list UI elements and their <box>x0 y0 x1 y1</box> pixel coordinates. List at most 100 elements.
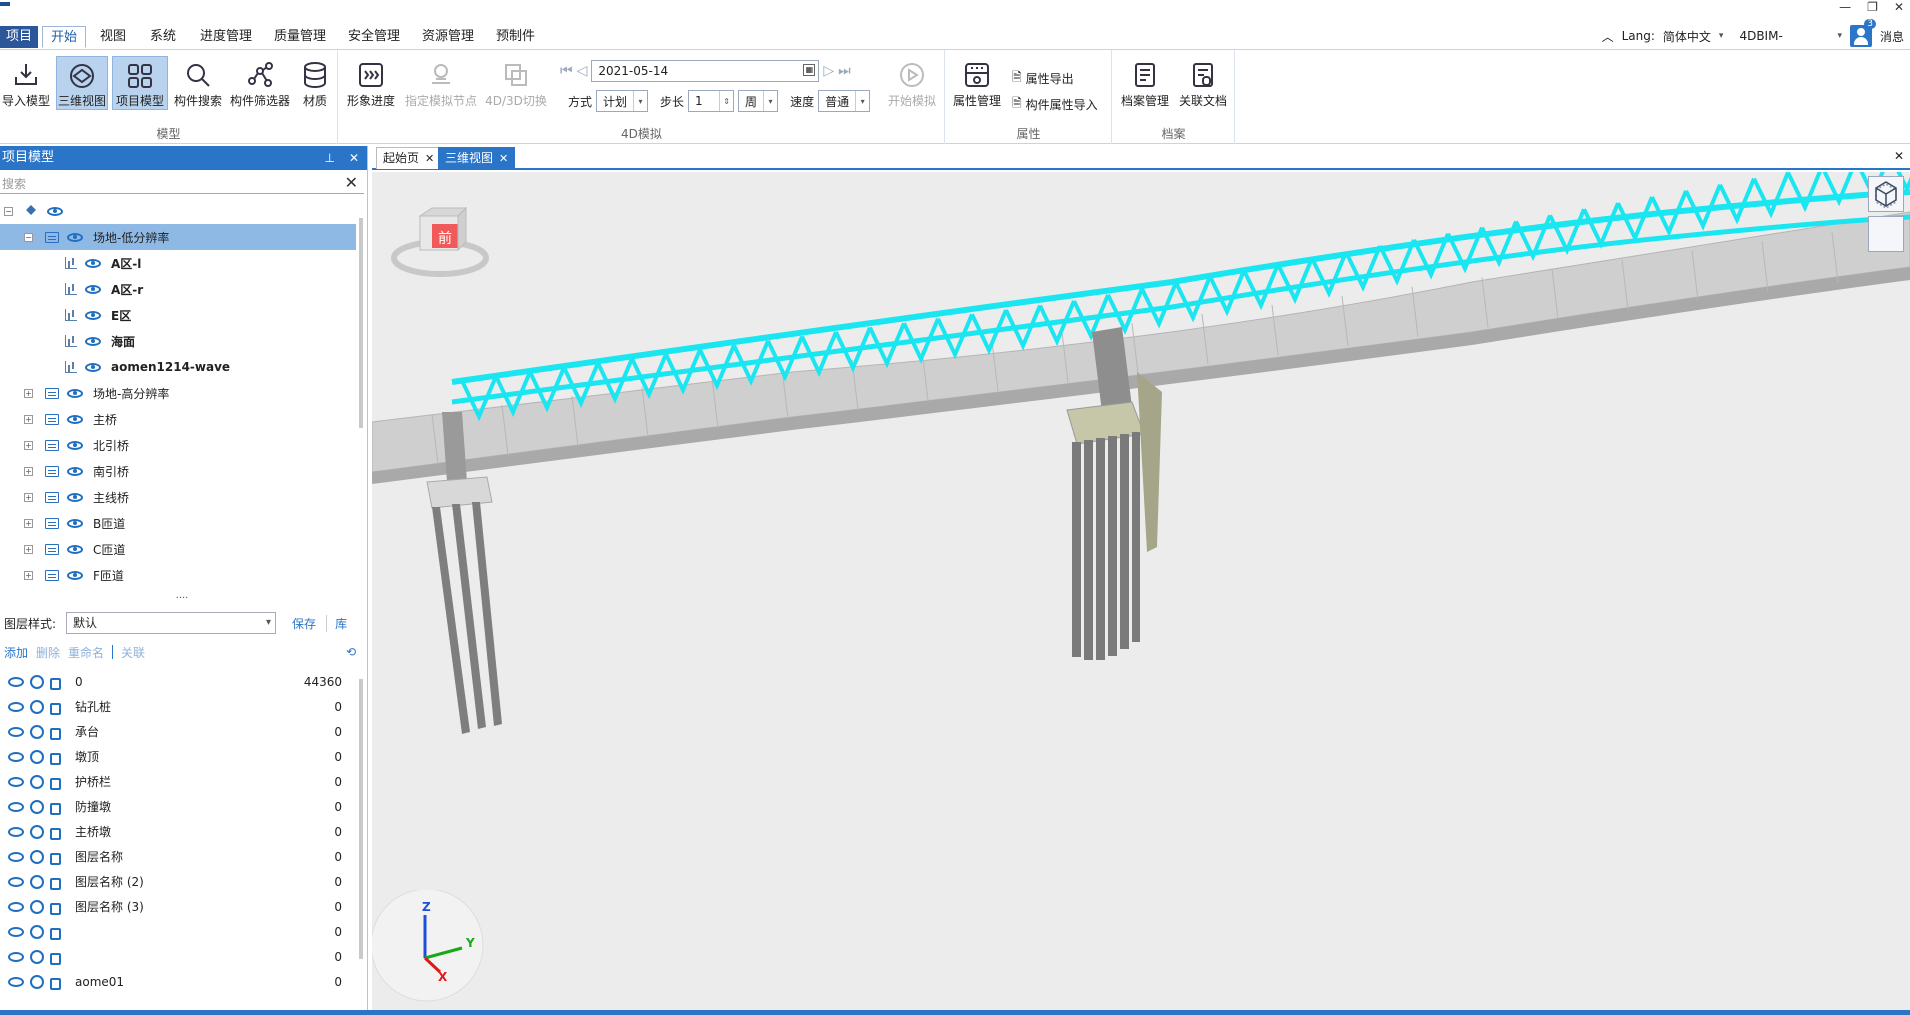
visibility-eye-icon[interactable] <box>67 388 83 398</box>
speed-select[interactable]: 普通 ▾ <box>818 90 871 112</box>
layer-globe-icon[interactable] <box>30 874 44 889</box>
visibility-eye-icon[interactable] <box>67 440 83 450</box>
expand-icon[interactable]: + <box>24 414 33 424</box>
layer-row[interactable]: 墩顶 0 <box>0 744 356 769</box>
step-input[interactable]: 1 ⇕ <box>688 90 735 112</box>
visibility-eye-icon[interactable] <box>67 232 83 242</box>
prev-frame-icon[interactable]: ◁ <box>577 63 588 79</box>
switch-4d3d-button[interactable]: 4D/3D切换 <box>483 56 549 110</box>
tree-node[interactable]: + B匝道 <box>0 510 356 536</box>
layer-visibility-icon[interactable] <box>8 926 24 937</box>
close-panel-icon[interactable]: ✕ <box>349 146 359 170</box>
layer-visibility-icon[interactable] <box>8 701 24 712</box>
tree-node[interactable]: A区-r <box>0 276 356 302</box>
restore-button[interactable]: ❐ <box>1867 0 1878 14</box>
layer-lock-icon[interactable] <box>50 702 61 715</box>
collapse-ribbon-icon[interactable]: ︿ <box>1602 28 1614 45</box>
rename-layer-button[interactable]: 重命名 <box>68 644 104 661</box>
view-cube[interactable]: 前 <box>390 202 490 282</box>
chevron-down-icon[interactable]: ▾ <box>1719 31 1724 41</box>
layer-row[interactable]: 图层名称 (2) 0 <box>0 869 356 894</box>
expand-icon[interactable]: + <box>24 544 33 554</box>
attr-export-button[interactable]: 🗎 属性导出 <box>1012 68 1074 89</box>
attr-import-button[interactable]: 🗎 构件属性导入 <box>1012 94 1098 115</box>
layer-row[interactable]: 主桥墩 0 <box>0 819 356 844</box>
layer-lock-icon[interactable] <box>50 852 61 865</box>
visibility-eye-icon[interactable] <box>67 466 83 476</box>
delete-layer-button[interactable]: 删除 <box>36 644 60 661</box>
pin-icon[interactable]: ⊥ <box>324 146 334 170</box>
tree-node[interactable]: + C匝道 <box>0 536 356 562</box>
layer-row[interactable]: 防撞墩 0 <box>0 794 356 819</box>
tree-node[interactable]: − 场地-低分辨率 <box>0 224 356 250</box>
link-layer-button[interactable]: 关联 <box>121 644 145 661</box>
menu-start[interactable]: 开始 <box>42 26 87 48</box>
tree-node[interactable]: A区-l <box>0 250 356 276</box>
tab-start-page[interactable]: 起始页 ✕ <box>376 147 442 169</box>
layer-visibility-icon[interactable] <box>8 876 24 887</box>
layer-row[interactable]: 0 44360 <box>0 669 356 694</box>
layer-visibility-icon[interactable] <box>8 776 24 787</box>
tree-node[interactable]: + F匝道 <box>0 562 356 588</box>
refresh-icon[interactable]: ⟲ <box>346 645 356 659</box>
first-frame-icon[interactable]: ⏮ <box>560 63 573 79</box>
visibility-eye-icon[interactable] <box>67 414 83 424</box>
messages-button[interactable]: 消息 <box>1880 28 1904 45</box>
visibility-eye-icon[interactable] <box>85 258 101 268</box>
layer-globe-icon[interactable] <box>30 949 44 964</box>
tree-node[interactable]: + 主线桥 <box>0 484 356 510</box>
layer-lock-icon[interactable] <box>50 802 61 815</box>
tree-node[interactable]: + 北引桥 <box>0 432 356 458</box>
layer-lock-icon[interactable] <box>50 877 61 890</box>
layer-visibility-icon[interactable] <box>8 851 24 862</box>
layer-globe-icon[interactable] <box>30 899 44 914</box>
layer-lock-icon[interactable] <box>50 777 61 790</box>
panel-splitter[interactable]: .... <box>0 591 364 602</box>
archive-manage-button[interactable]: 档案管理 <box>1117 56 1173 110</box>
3d-viewport[interactable]: 前 Z Y X <box>372 172 1910 1010</box>
layer-visibility-icon[interactable] <box>8 951 24 962</box>
visibility-eye-icon[interactable] <box>67 492 83 502</box>
visibility-eye-icon[interactable] <box>67 518 83 528</box>
last-frame-icon[interactable]: ⏭ <box>838 63 851 79</box>
layer-visibility-icon[interactable] <box>8 751 24 762</box>
chevron-down-icon[interactable]: ▾ <box>1837 31 1842 41</box>
layer-visibility-icon[interactable] <box>8 726 24 737</box>
expand-icon[interactable]: + <box>24 492 33 502</box>
start-sim-button[interactable]: 开始模拟 <box>883 56 941 110</box>
menu-safety[interactable]: 安全管理 <box>340 26 408 48</box>
tree-node[interactable]: aomen1214-wave <box>0 354 356 380</box>
visibility-eye-icon[interactable] <box>47 206 63 216</box>
layer-globe-icon[interactable] <box>30 749 44 764</box>
component-search-button[interactable]: 构件搜索 <box>172 56 224 110</box>
layer-scrollbar[interactable] <box>359 669 365 1009</box>
layer-globe-icon[interactable] <box>30 774 44 789</box>
clear-search-icon[interactable]: ✕ <box>345 173 358 193</box>
menu-prefab[interactable]: 预制件 <box>488 26 543 48</box>
visibility-eye-icon[interactable] <box>85 336 101 346</box>
next-frame-icon[interactable]: ▷ <box>823 63 834 79</box>
layer-lock-icon[interactable] <box>50 952 61 965</box>
expand-icon[interactable]: + <box>24 388 33 398</box>
visibility-eye-icon[interactable] <box>85 310 101 320</box>
collapse-icon[interactable]: − <box>4 206 13 216</box>
layer-globe-icon[interactable] <box>30 724 44 739</box>
save-style-button[interactable]: 保存 <box>292 615 316 632</box>
tree-node[interactable]: + 主桥 <box>0 406 356 432</box>
layer-row[interactable]: 钻孔桩 0 <box>0 694 356 719</box>
set-sim-node-button[interactable]: 指定模拟节点 <box>403 56 479 110</box>
layer-visibility-icon[interactable] <box>8 826 24 837</box>
layer-lock-icon[interactable] <box>50 977 61 990</box>
tab-3d-view[interactable]: 三维视图 ✕ <box>438 147 516 169</box>
lang-select[interactable]: 简体中文 <box>1663 28 1711 45</box>
sim-date-input[interactable]: 2021-05-14 ▦ <box>591 60 820 82</box>
menu-system[interactable]: 系统 <box>142 26 184 48</box>
project-select[interactable]: 4DBIM- <box>1739 29 1829 43</box>
visibility-eye-icon[interactable] <box>67 570 83 580</box>
layer-globe-icon[interactable] <box>30 824 44 839</box>
expand-icon[interactable]: + <box>24 466 33 476</box>
menu-view[interactable]: 视图 <box>92 26 134 48</box>
visibility-eye-icon[interactable] <box>85 362 101 372</box>
tree-node[interactable]: + 南引桥 <box>0 458 356 484</box>
menu-project[interactable]: 项目 <box>0 26 39 48</box>
